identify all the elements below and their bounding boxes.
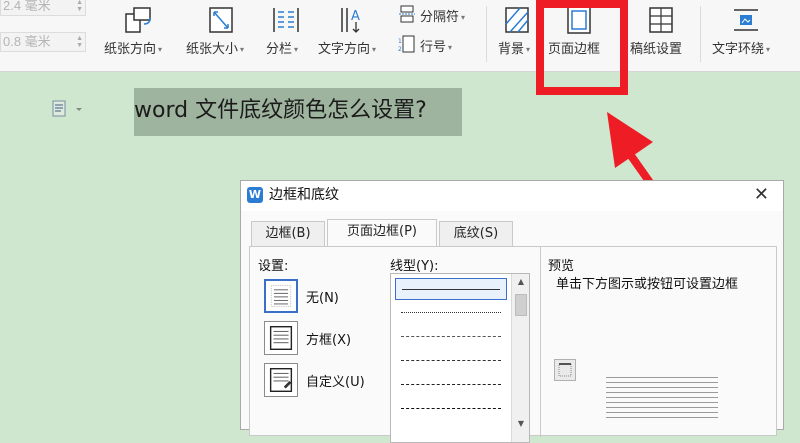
chevron-down-icon: ▾ [461,13,466,22]
tab-page-border[interactable]: 页面边框(P) [327,219,437,248]
line-sample [401,384,501,385]
ribbon-divider [486,6,487,62]
preview-line [606,407,718,408]
svg-text:2: 2 [398,46,402,53]
paper-orientation-label: 纸张方向 [104,42,157,57]
dialog-titlebar[interactable]: W 边框和底纹 ✕ [241,181,783,211]
svg-text:1: 1 [398,38,402,45]
tab-borders[interactable]: 边框(B) [251,221,325,247]
tab-shading[interactable]: 底纹(S) [439,221,513,247]
columns-icon [273,8,299,32]
preview-line [606,402,718,403]
background-button[interactable]: 背景 ▾ [496,0,540,70]
text-direction-icon: A [341,8,360,33]
line-style-dash-dot[interactable] [395,374,507,396]
preview-hint: 单击下方图示或按钮可设置边框 [556,277,739,292]
preview-line [606,392,718,393]
setting-box-label: 方框(X) [306,333,352,348]
line-style-dashed[interactable] [395,350,507,372]
setting-box-icon [264,321,298,355]
separator-button[interactable]: 分隔符 ▾ [398,4,480,26]
spin-arrows-icon[interactable]: ▲ ▼ [76,0,83,13]
line-sample [401,312,501,313]
ribbon-divider [700,6,701,62]
margin-bottom-field[interactable]: 0.8 毫米 ▲ ▼ [0,32,86,52]
dialog-title: 边框和底纹 [269,187,339,203]
text-direction-button[interactable]: A 文字方向 ▾ [318,0,390,70]
separator-icon [399,5,415,23]
columns-label: 分栏 [266,42,293,57]
paper-size-icon [209,7,233,33]
top-border-icon [558,363,572,377]
preview-divider [540,247,541,437]
chevron-down-icon: ▾ [372,45,377,54]
text-direction-label: 文字方向 [318,42,371,57]
manuscript-settings-button[interactable]: 稿纸设置 [628,0,694,70]
line-style-long-dash[interactable] [395,398,507,420]
chevron-down-icon: ▾ [766,45,771,54]
highlight-box [536,0,628,95]
preview-line [606,377,718,378]
preview-line [606,382,718,383]
manuscript-icon [649,7,673,33]
scroll-thumb[interactable] [515,294,527,316]
separator-label: 分隔符 [420,10,460,25]
svg-text:A: A [351,9,360,24]
margin-top-value: 2.4 毫米 [3,0,51,13]
scroll-up-icon[interactable]: ▲ [512,274,530,290]
preview-line [606,412,718,413]
top-border-toggle-button[interactable] [554,359,576,381]
scroll-down-icon[interactable]: ▼ [512,416,530,432]
setting-custom-label: 自定义(U) [306,375,365,390]
spin-arrows-icon[interactable]: ▲ ▼ [76,35,83,49]
line-number-button[interactable]: 1 2 行号 ▾ [398,34,470,56]
borders-shading-dialog: W 边框和底纹 ✕ 边框(B) 页面边框(P) 底纹(S) 设置: 无(N) 方… [240,180,784,443]
preview-line [606,397,718,398]
paragraph-layout-icon[interactable] [52,100,88,120]
line-sample [401,360,501,361]
paper-orientation-button[interactable]: 纸张方向 ▾ [104,0,176,70]
ribbon-toolbar: 2.4 毫米 ▲ ▼ 0.8 毫米 ▲ ▼ 纸张方向 ▾ 纸张大小 ▾ 分栏 ▾… [0,0,800,95]
paper-size-label: 纸张大小 [186,42,239,57]
preview-label: 预览 [548,259,575,274]
line-sample [401,336,501,337]
columns-button[interactable]: 分栏 ▾ [266,0,312,70]
chevron-down-icon: ▾ [294,45,299,54]
text-wrap-label: 文字环绕 [712,42,765,57]
chevron-down-icon: ▾ [158,45,163,54]
wps-logo-icon: W [247,187,263,203]
close-icon[interactable]: ✕ [754,181,769,209]
page-border-panel: 设置: 无(N) 方框(X) 自定义(U) 线型(Y): ▲ ▼ 预览 单击下方… [249,246,777,443]
line-sample [401,408,501,409]
line-style-fine-dash[interactable] [395,326,507,348]
preview-page[interactable] [606,377,718,437]
text-wrap-button[interactable]: 文字环绕 ▾ [712,0,800,70]
document-heading[interactable]: word 文件底纹颜色怎么设置? [134,88,462,136]
line-style-solid[interactable] [395,278,507,300]
line-style-dotted[interactable] [395,302,507,324]
preview-line [606,417,718,418]
line-number-icon: 1 2 [398,35,415,53]
line-sample [402,289,500,290]
line-style-list[interactable]: ▲ ▼ [390,273,530,443]
chevron-down-icon: ▾ [448,43,453,52]
background-icon [505,7,529,33]
settings-label: 设置: [258,259,289,274]
line-style-label: 线型(Y): [390,259,439,274]
margin-top-field[interactable]: 2.4 毫米 ▲ ▼ [0,0,86,16]
preview-line [606,387,718,388]
text-wrap-icon [734,9,758,31]
chevron-down-icon: ▾ [526,45,531,54]
setting-none-icon [264,279,298,313]
setting-none-label: 无(N) [306,291,339,306]
line-style-scrollbar[interactable]: ▲ ▼ [511,274,529,442]
setting-custom-icon [264,363,298,397]
margin-bottom-value: 0.8 毫米 [3,34,51,49]
manuscript-label: 稿纸设置 [630,42,683,57]
paper-size-button[interactable]: 纸张大小 ▾ [186,0,258,70]
line-number-label: 行号 [420,40,447,55]
background-label: 背景 [498,42,525,57]
paper-orientation-icon [125,7,151,33]
chevron-down-icon: ▾ [240,45,245,54]
